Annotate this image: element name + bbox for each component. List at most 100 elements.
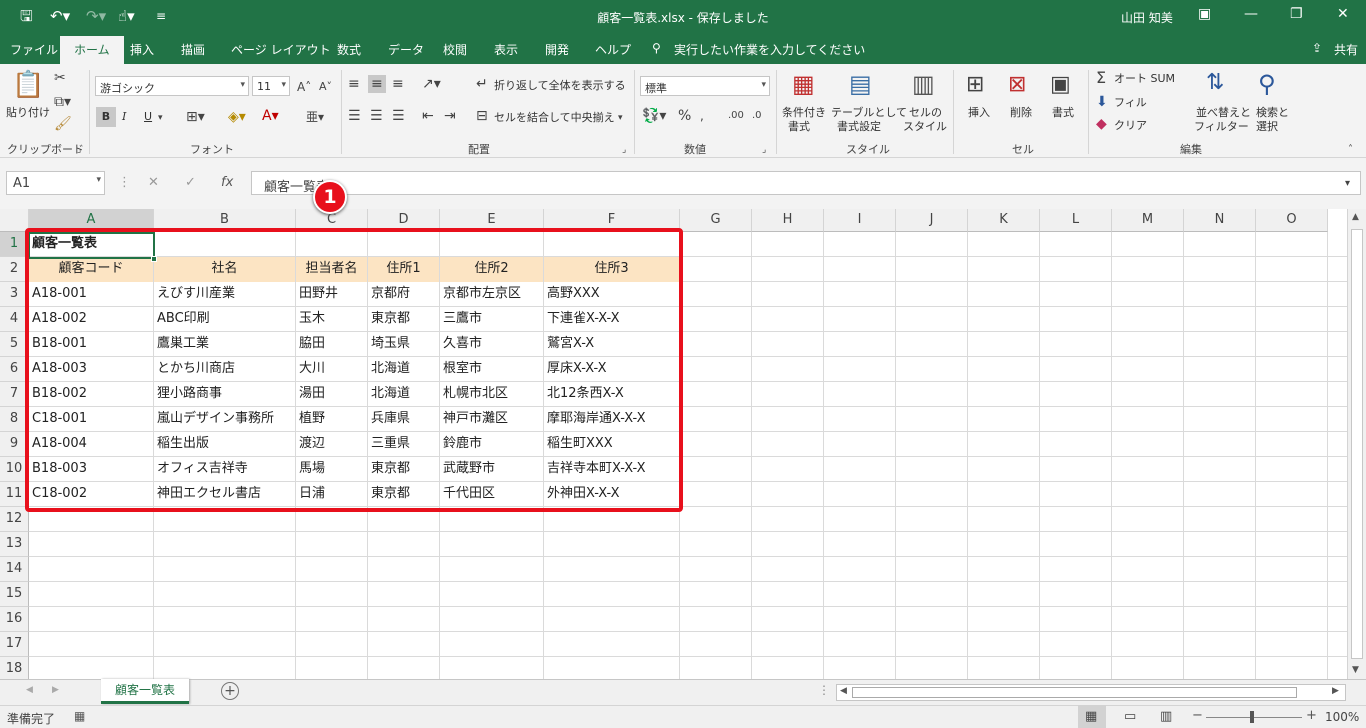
scroll-right-icon[interactable]: ▶ (52, 685, 59, 695)
column-header-i[interactable]: I (824, 209, 896, 232)
font-color-icon[interactable]: A▾ (262, 108, 279, 124)
name-box[interactable]: A1 (6, 171, 105, 195)
row-header-14[interactable]: 14 (0, 557, 29, 582)
italic-button[interactable]: I (122, 107, 126, 127)
delete-cells-icon[interactable]: ⊠ (1008, 72, 1026, 98)
chevron-down-icon[interactable]: ▾ (618, 110, 623, 126)
clear-button[interactable]: クリア (1114, 119, 1147, 133)
cut-icon[interactable]: ✂ (54, 70, 66, 86)
tab-review[interactable]: 校閲 (443, 41, 467, 58)
accounting-format-icon[interactable]: 💱▾ (642, 108, 666, 124)
sheet-tab-active[interactable]: 顧客一覧表 (101, 679, 189, 704)
insert-cells-icon[interactable]: ⊞ (966, 72, 984, 98)
add-sheet-icon[interactable]: + (221, 682, 239, 700)
tab-view[interactable]: 表示 (494, 41, 518, 58)
hscroll-thumb[interactable] (852, 687, 1297, 698)
delete-cells-button[interactable]: 削除 (1010, 106, 1032, 120)
dialog-launcher-icon[interactable]: ⌟ (762, 142, 766, 158)
cell-styles-icon[interactable]: ▥ (912, 70, 935, 98)
page-layout-view-icon[interactable]: ▭ (1124, 709, 1136, 724)
row-header-13[interactable]: 13 (0, 532, 29, 557)
wrap-text-icon[interactable]: ↵ (476, 76, 488, 92)
clear-icon[interactable]: ◆ (1096, 116, 1107, 132)
number-format-select[interactable]: 標準 (640, 76, 770, 96)
find-select-button[interactable]: 検索と (1256, 106, 1289, 120)
font-name-select[interactable]: 游ゴシック (95, 76, 249, 96)
formula-input[interactable]: 顧客一覧表 (251, 171, 1361, 195)
minimize-icon[interactable]: — (1244, 6, 1258, 22)
spreadsheet-grid[interactable]: ABCDEFGHIJKLMNO 1 2 3 4 5 6 7 8 9 10 11 12 13 14 15 16 1… (0, 209, 1366, 679)
close-icon[interactable]: ✕ (1337, 6, 1349, 22)
insert-function-icon[interactable]: fx (221, 175, 233, 190)
tab-help[interactable]: ヘルプ (595, 41, 631, 58)
zoom-in-icon[interactable]: + (1306, 708, 1317, 723)
cancel-icon[interactable]: ✕ (148, 175, 159, 190)
fill-icon[interactable]: ⬇ (1096, 94, 1108, 110)
vertical-scrollbar[interactable]: ▲ ▼ (1347, 209, 1366, 679)
macro-record-icon[interactable]: ▦ (74, 709, 85, 723)
normal-view-icon[interactable]: ▦ (1085, 709, 1097, 724)
hscroll-left-icon[interactable]: ◀ (840, 686, 847, 696)
horizontal-scrollbar[interactable]: ◀ ▶ (836, 684, 1346, 701)
copy-icon[interactable]: ⧉▾ (54, 94, 71, 110)
column-header-h[interactable]: H (752, 209, 824, 232)
collapse-ribbon-icon[interactable]: ˄ (1348, 142, 1353, 158)
column-header-j[interactable]: J (896, 209, 968, 232)
underline-button[interactable]: U (144, 107, 152, 127)
tab-home[interactable]: ホーム (60, 36, 124, 64)
percent-icon[interactable]: % (678, 108, 691, 124)
user-name[interactable]: 山田 知美 (1121, 9, 1173, 26)
column-header-g[interactable]: G (680, 209, 752, 232)
align-top-icon[interactable]: ≡ (348, 76, 360, 92)
fill-color-icon[interactable]: ◈▾ (228, 109, 246, 125)
restore-icon[interactable]: ❐ (1290, 6, 1303, 22)
sort-filter-button[interactable]: 並べ替えと (1196, 106, 1251, 120)
format-cells-button[interactable]: 書式 (1052, 106, 1074, 120)
format-painter-icon[interactable]: 🖌 (54, 116, 72, 132)
tab-insert[interactable]: 挿入 (130, 41, 154, 58)
select-all-corner[interactable] (0, 209, 29, 232)
font-size-select[interactable]: 11 (252, 76, 290, 96)
insert-cells-button[interactable]: 挿入 (968, 106, 990, 120)
format-as-table-button[interactable]: テーブルとして (831, 106, 907, 120)
phonetic-icon[interactable]: 亜▾ (306, 109, 324, 125)
tab-draw[interactable]: 描画 (181, 41, 205, 58)
row-header-12[interactable]: 12 (0, 507, 29, 532)
autosum-button[interactable]: オート SUM (1114, 72, 1175, 86)
align-middle-icon[interactable]: ≡ (368, 75, 386, 93)
borders-icon[interactable]: ⊞▾ (186, 109, 205, 125)
conditional-formatting-button[interactable]: 条件付き (782, 106, 826, 120)
column-header-n[interactable]: N (1184, 209, 1256, 232)
zoom-slider-track[interactable] (1206, 717, 1302, 718)
increase-decimal-icon[interactable]: .00 (728, 108, 744, 124)
tab-file[interactable]: ファイル (10, 41, 58, 58)
format-as-table-icon[interactable]: ▤ (849, 70, 872, 98)
align-right-icon[interactable]: ☰ (392, 108, 405, 124)
decrease-indent-icon[interactable]: ⇤ (422, 108, 434, 124)
tab-data[interactable]: データ (388, 41, 424, 58)
column-header-o[interactable]: O (1256, 209, 1328, 232)
tell-me-input[interactable]: 実行したい作業を入力してください (674, 41, 865, 58)
merge-center-icon[interactable]: ⊟ (476, 108, 488, 124)
increase-font-icon[interactable]: A˄ (297, 79, 311, 95)
split-handle-icon[interactable]: ⋮ (818, 683, 830, 697)
column-header-m[interactable]: M (1112, 209, 1184, 232)
tab-developer[interactable]: 開発 (545, 41, 569, 58)
increase-indent-icon[interactable]: ⇥ (444, 108, 456, 124)
tab-formulas[interactable]: 数式 (337, 41, 361, 58)
enter-icon[interactable]: ✓ (185, 175, 196, 190)
expand-formula-icon[interactable]: ▾ (1345, 176, 1350, 192)
dialog-launcher-icon[interactable]: ⌟ (622, 142, 626, 158)
page-break-view-icon[interactable]: ▥ (1160, 709, 1172, 724)
share-button[interactable]: 共有 (1334, 41, 1358, 58)
wrap-text-button[interactable]: 折り返して全体を表示する (494, 79, 626, 93)
scroll-left-icon[interactable]: ◀ (26, 685, 33, 695)
paste-icon[interactable]: 📋 (12, 70, 44, 100)
column-header-l[interactable]: L (1040, 209, 1112, 232)
ribbon-display-icon[interactable]: ▣ (1198, 6, 1211, 22)
cell-styles-button[interactable]: セルの (909, 106, 942, 120)
fill-button[interactable]: フィル (1114, 96, 1147, 110)
row-header-17[interactable]: 17 (0, 632, 29, 657)
scroll-thumb[interactable] (1351, 229, 1363, 659)
bold-button[interactable]: B (96, 107, 116, 127)
